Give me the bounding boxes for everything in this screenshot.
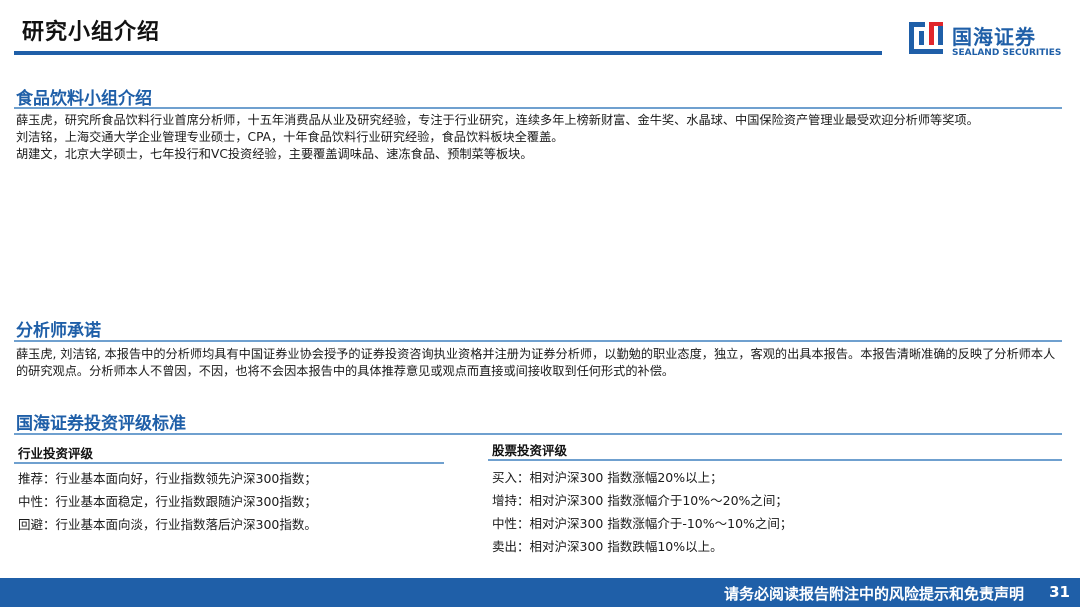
sealand-logo-icon: [909, 22, 943, 54]
page-number: 31: [1049, 583, 1070, 601]
member-bio: 胡建文，北京大学硕士，七年投行和VC投资经验，主要覆盖调味品、速冻食品、预制菜等…: [16, 147, 533, 161]
commitment-text: 薛玉虎, 刘洁铭, 本报告中的分析师均具有中国证券业协会授予的证券投资咨询执业资…: [16, 346, 1064, 380]
list-item: 中性：相对沪深300 指数涨幅介于-10%～10%之间；: [492, 516, 793, 531]
commitment-section-divider: [14, 340, 1062, 342]
list-item: 回避：行业基本面向淡，行业指数落后沪深300指数。: [18, 517, 317, 532]
stock-rating-heading: 股票投资评级: [492, 443, 568, 458]
footer-disclaimer: 请务必阅读报告附注中的风险提示和免责声明: [723, 585, 1024, 603]
team-section-title: 食品饮料小组介绍: [16, 89, 152, 109]
member-bio: 刘洁铭，上海交通大学企业管理专业硕士，CPA，十年食品饮料行业研究经验，食品饮料…: [16, 130, 564, 144]
list-item: 增持：相对沪深300 指数涨幅介于10%～20%之间；: [492, 493, 788, 508]
logo-text-en: SEALAND SECURITIES: [952, 48, 1062, 58]
commitment-paragraph: 薛玉虎, 刘洁铭, 本报告中的分析师均具有中国证券业协会授予的证券投资咨询执业资…: [16, 347, 1056, 378]
commitment-section-title: 分析师承诺: [16, 321, 101, 341]
team-members: 薛玉虎，研究所食品饮料行业首席分析师，十五年消费品从业及研究经验，专注于行业研究…: [16, 112, 1064, 163]
title-divider: [14, 51, 882, 55]
footer-bar: 请务必阅读报告附注中的风险提示和免责声明 31: [0, 578, 1080, 607]
list-item: 卖出：相对沪深300 指数跌幅10%以上。: [492, 539, 723, 554]
industry-rating-heading: 行业投资评级: [18, 446, 94, 461]
page-title: 研究小组介绍: [22, 20, 161, 45]
stock-rating-divider: [488, 459, 1062, 461]
industry-rating-list: 推荐：行业基本面向好，行业指数领先沪深300指数； 中性：行业基本面稳定，行业指…: [18, 467, 317, 536]
industry-rating-divider: [14, 462, 444, 464]
team-section-divider: [14, 107, 1062, 109]
company-logo: 国海证券 SEALAND SECURITIES: [906, 18, 1066, 64]
list-item: 中性：行业基本面稳定，行业指数跟随沪深300指数；: [18, 494, 317, 509]
logo-text-cn: 国海证券: [952, 25, 1036, 49]
list-item: 买入：相对沪深300 指数涨幅20%以上；: [492, 470, 723, 485]
rating-section-title: 国海证券投资评级标准: [16, 414, 186, 434]
rating-section-divider: [14, 433, 1062, 435]
member-bio: 薛玉虎，研究所食品饮料行业首席分析师，十五年消费品从业及研究经验，专注于行业研究…: [16, 113, 979, 127]
list-item: 推荐：行业基本面向好，行业指数领先沪深300指数；: [18, 471, 317, 486]
stock-rating-list: 买入：相对沪深300 指数涨幅20%以上； 增持：相对沪深300 指数涨幅介于1…: [492, 466, 792, 558]
